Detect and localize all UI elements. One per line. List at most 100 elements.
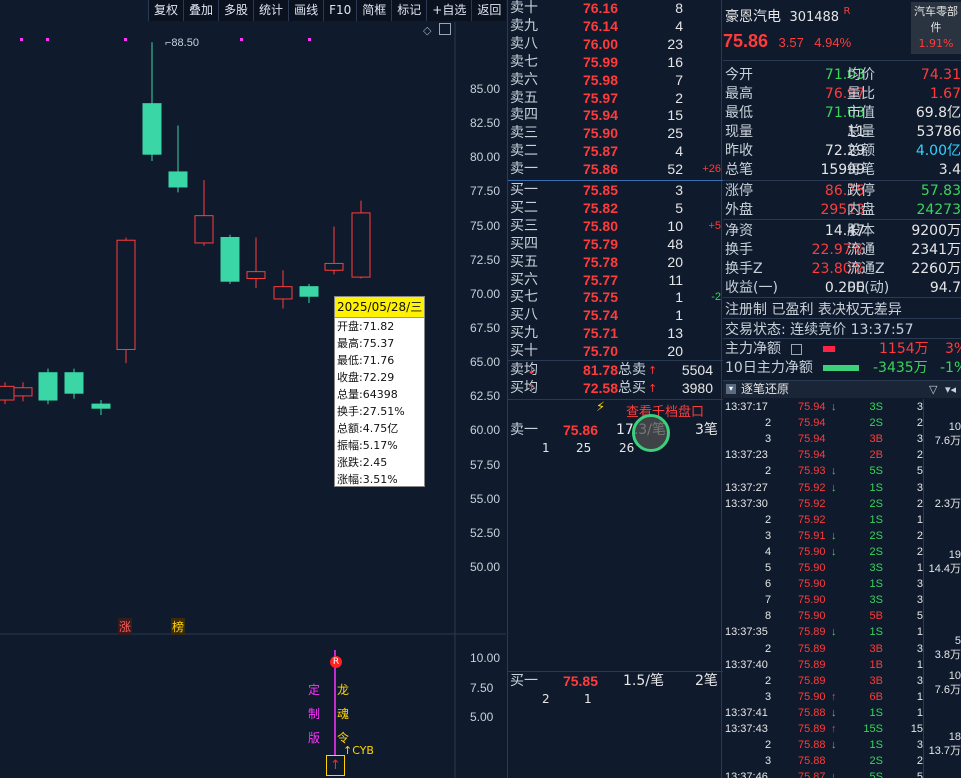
toolbar-button-4[interactable]: 画线 <box>288 0 323 21</box>
tick-time: 13:37:17 <box>725 401 768 413</box>
ask-row[interactable]: 卖五 75.97 2 <box>508 90 723 108</box>
toolbar-button-1[interactable]: 叠加 <box>183 0 218 21</box>
bid-row[interactable]: 买七 75.75 1 -2 <box>508 289 723 307</box>
toolbar-button-5[interactable]: F10 <box>323 0 356 21</box>
level-price: 75.97 <box>582 89 618 106</box>
tick-filter-icon[interactable]: ▽ <box>929 381 937 398</box>
quote-row: 最低 71.03 市值 69.8亿 <box>723 104 961 123</box>
price-change: 3.57 <box>778 35 804 50</box>
tick-aggregate: 18 13.7万 <box>925 730 961 758</box>
tick-price: 75.90 <box>798 578 826 591</box>
bid-row[interactable]: 买二 75.82 5 <box>508 200 723 218</box>
candle-body-9[interactable] <box>220 236 240 282</box>
tick-volume: 5B <box>869 610 883 623</box>
kline-chart-svg[interactable]: ⌐88.50 <box>0 22 506 778</box>
tick-count: 15 <box>910 723 923 735</box>
candle-body-1[interactable] <box>13 387 33 397</box>
toolbar-button-3[interactable]: 统计 <box>253 0 288 21</box>
tick-time: 3 <box>765 433 772 446</box>
tick-time: 13:37:40 <box>725 658 768 671</box>
level-label: 卖四 <box>510 107 538 124</box>
bid-row[interactable]: 买六 75.77 11 <box>508 272 723 290</box>
longhun-char: 魂 <box>337 707 350 721</box>
ask-row[interactable]: 卖八 76.00 23 <box>508 36 723 54</box>
candle-body-13[interactable] <box>324 262 344 271</box>
level-volume: 20 <box>667 343 683 360</box>
tick-row: 13:37:27 75.92 ↓ 1S 3 <box>723 480 961 496</box>
candle-body-11[interactable] <box>273 286 293 300</box>
custom-char: 制 <box>308 707 321 721</box>
candle-tooltip: 2025/05/28/三 开盘:71.82 最高:75.37 最低:71.76 收盘:… <box>334 296 425 487</box>
candle-body-8[interactable] <box>194 215 214 244</box>
bang-marker[interactable]: 榜 <box>171 618 186 635</box>
quote-label: 股本 <box>847 223 875 239</box>
candle-body-10[interactable] <box>246 271 266 279</box>
ask-row[interactable]: 卖四 75.94 15 <box>508 107 723 125</box>
tick-price: 75.89 <box>798 674 826 687</box>
level-price: 75.86 <box>582 161 618 178</box>
kline-chart[interactable]: ⌐88.50 85.00 82.50 80.00 77.50 75.00 72.50 70.… <box>0 22 506 778</box>
ask-row[interactable]: 卖十 76.16 8 <box>508 0 723 18</box>
bid-row[interactable]: 买十 75.70 20 <box>508 343 723 361</box>
level-label: 买一 <box>510 182 538 198</box>
toolbar-button-6[interactable]: 简框 <box>356 0 391 21</box>
toolbar-button-9[interactable]: 返回 <box>471 0 506 21</box>
bid-row[interactable]: 买三 75.80 10 +5 <box>508 218 723 236</box>
toolbar-button-7[interactable]: 标记 <box>391 0 426 21</box>
candle-body-14[interactable] <box>351 212 371 278</box>
sector-box[interactable]: 汽车零部件 1.91% <box>911 2 961 54</box>
tick-header[interactable]: ▾ 逐笔还原 ▽ ▾◂ <box>723 381 961 398</box>
tick-count: 3 <box>916 642 923 655</box>
tick-sort-icon[interactable]: ▾◂ <box>945 381 956 398</box>
zhang-marker[interactable]: 涨 <box>118 618 133 635</box>
list-icon[interactable] <box>791 344 802 355</box>
bid-row[interactable]: 买九 75.71 13 <box>508 325 723 343</box>
ask1-queue: 1 25 26 <box>542 441 635 455</box>
toolbar-button-2[interactable]: 多股 <box>218 0 253 21</box>
y-axis-label: 55.00 <box>470 491 501 506</box>
tick-arrow-icon: ↑ <box>831 723 837 735</box>
ask-row[interactable]: 卖二 75.87 4 <box>508 143 723 161</box>
ask1-detail: 卖一 75.86 17.3/笔 3笔 <box>510 422 718 438</box>
candle-body-0[interactable] <box>0 385 15 401</box>
toolbar-button-8[interactable]: +自选 <box>426 0 471 21</box>
candle-body-2[interactable] <box>38 372 58 401</box>
tick-volume: 1S <box>869 739 883 752</box>
ask-row[interactable]: 卖六 75.98 7 <box>508 72 723 90</box>
bid-row[interactable]: 买五 75.78 20 <box>508 254 723 272</box>
tick-arrow-icon: ↓ <box>831 739 837 752</box>
candle-body-12[interactable] <box>299 286 319 297</box>
ask-row[interactable]: 卖三 75.90 25 <box>508 125 723 143</box>
longhun-char: 龙 <box>337 683 350 697</box>
tick-price: 75.92 <box>798 513 826 526</box>
level-label: 卖十 <box>510 0 538 16</box>
diamond-icon[interactable]: ◇ <box>423 24 431 37</box>
quote-row: 昨收 72.29 总额 4.00亿 <box>723 142 961 161</box>
tick-count: 5 <box>916 610 923 623</box>
candle-body-5[interactable] <box>116 239 136 350</box>
level-price: 75.79 <box>582 235 618 252</box>
candle-body-3[interactable] <box>64 372 84 394</box>
quote-row: 现量 11 总量 53786 <box>723 123 961 142</box>
candle-body-7[interactable] <box>168 171 188 188</box>
view-thousand-button[interactable]: 查看千档盘口 <box>626 401 704 420</box>
candle-body-6[interactable] <box>142 103 162 155</box>
tick-price: 75.94 <box>798 449 826 462</box>
tick-collapse-icon[interactable]: ▾ <box>726 384 736 394</box>
tick-count: 3 <box>916 433 923 446</box>
ask-row[interactable]: 卖七 75.99 16 <box>508 54 723 72</box>
ask-row[interactable]: 卖一 75.86 52 +26 <box>508 161 723 179</box>
bid-row[interactable]: 买四 75.79 48 <box>508 236 723 254</box>
bid-row[interactable]: 买八 75.74 1 <box>508 307 723 325</box>
tick-volume: 1S <box>869 578 883 591</box>
sub-axis-label: 7.50 <box>470 681 494 695</box>
toolbar-button-0[interactable]: 复权 <box>148 0 183 21</box>
candle-body-4[interactable] <box>91 403 111 409</box>
panel-toggle-icon[interactable] <box>439 23 451 35</box>
ask-row[interactable]: 卖九 76.14 4 <box>508 18 723 36</box>
tick-arrow-icon: ↓ <box>831 771 837 778</box>
bid1-detail: 买一 75.85 1.5/笔 2笔 <box>510 673 718 689</box>
price-change-pct: 4.94% <box>814 35 852 50</box>
buy-signal-box[interactable]: ↑ <box>326 755 345 776</box>
bid-row[interactable]: 买一 75.85 3 <box>508 182 723 200</box>
